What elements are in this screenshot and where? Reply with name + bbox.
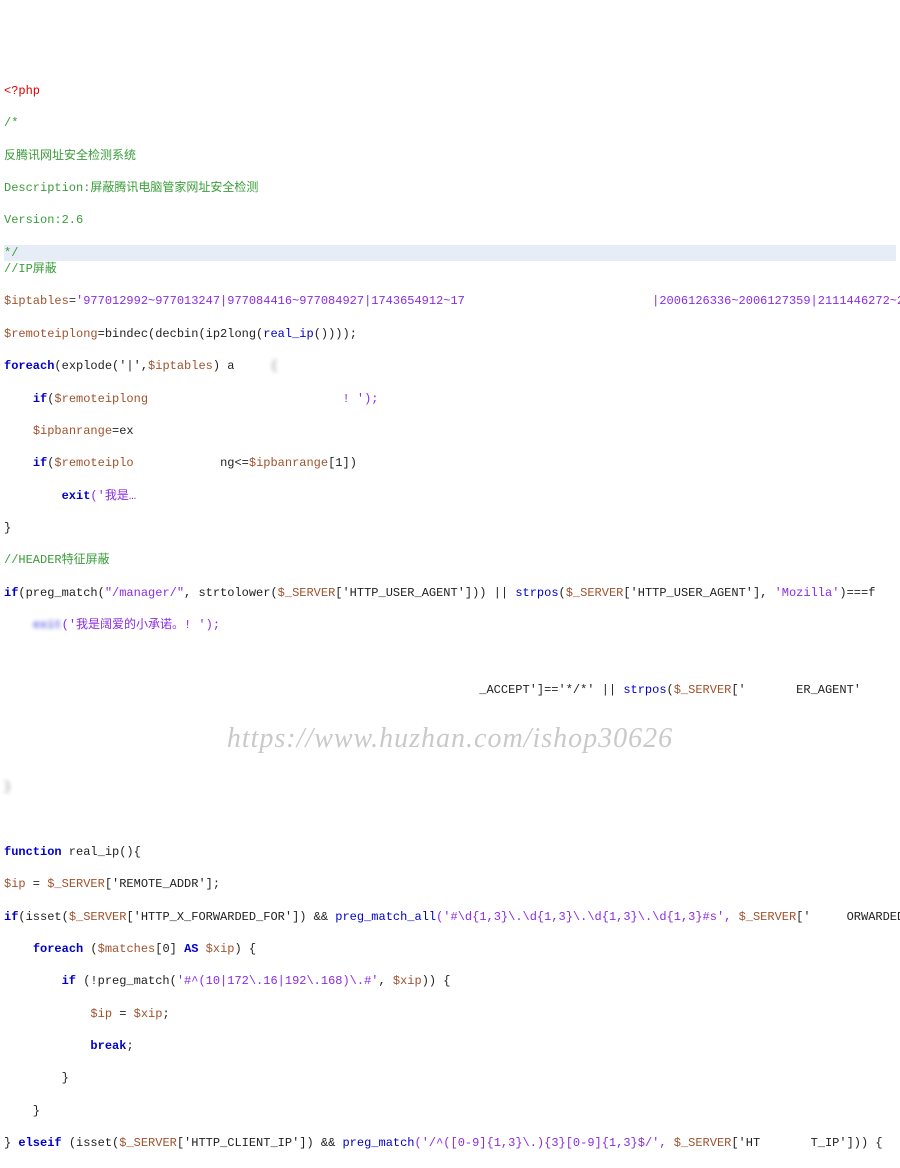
- comment-close: */: [4, 246, 18, 260]
- ip-block-comment: //IP屏蔽: [4, 262, 57, 276]
- code-block: <?php /* 反腾讯网址安全检测系统 Description:屏蔽腾讯电脑管…: [4, 67, 896, 1168]
- desc-text: 屏蔽腾讯电脑管家网址安全检测: [90, 181, 258, 195]
- remoteip-var: $remoteiplong: [4, 327, 98, 341]
- function-kw: function: [4, 845, 62, 859]
- desc-label: Description:: [4, 181, 90, 195]
- iptables-string2: |2006126336~2006127359|2111446272~211144…: [652, 294, 900, 308]
- version: Version:2.6: [4, 213, 83, 227]
- comment-open: /*: [4, 116, 18, 130]
- php-open-tag: <?php: [4, 84, 40, 98]
- foreach-kw: foreach: [4, 359, 54, 373]
- header-block-comment: //HEADER特征屏蔽: [4, 553, 110, 567]
- comment-title: 反腾讯网址安全检测系统: [4, 149, 136, 163]
- iptables-string: '977012992~977013247|977084416~977084927…: [76, 294, 465, 308]
- iptables-var: $iptables: [4, 294, 69, 308]
